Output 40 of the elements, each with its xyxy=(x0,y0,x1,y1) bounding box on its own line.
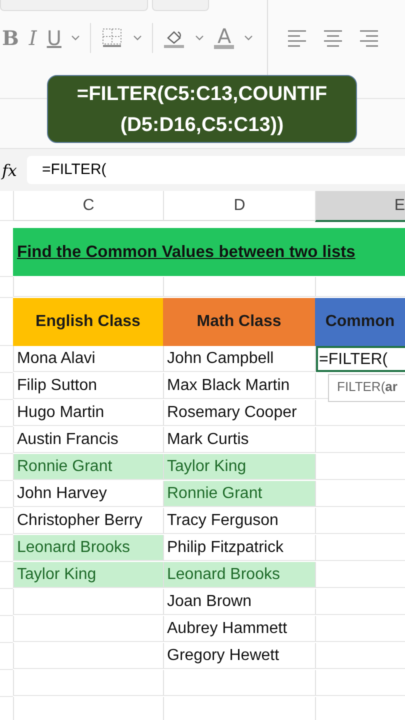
borders-icon[interactable] xyxy=(101,27,124,49)
table-cell: Taylor King xyxy=(13,562,163,588)
table-cell: Ronnie Grant xyxy=(13,454,163,480)
caret-icon[interactable] xyxy=(195,35,204,41)
align-center-icon[interactable] xyxy=(322,29,344,47)
table-cell: Mark Curtis xyxy=(163,427,315,453)
function-label[interactable]: fx xyxy=(2,160,17,180)
table-cell: Taylor King xyxy=(163,454,315,480)
caret-icon[interactable] xyxy=(244,35,254,41)
table-cell: Max Black Martin xyxy=(163,373,315,399)
table-cell: Gregory Hewett xyxy=(163,643,315,669)
caret-icon[interactable] xyxy=(133,35,142,41)
header-cell: Common xyxy=(315,298,405,346)
sheet-title: Find the Common Values between two lists xyxy=(17,242,356,262)
table-cell: Filip Sutton xyxy=(13,373,163,399)
table-cell: Leonard Brooks xyxy=(163,562,315,588)
formula-caption: =FILTER(C5:C13,COUNTIF (D5:D16,C5:C13)) xyxy=(47,75,357,143)
table-cell: Austin Francis xyxy=(13,427,163,453)
caret-icon[interactable] xyxy=(71,35,80,41)
header-cell: English Class xyxy=(13,298,163,346)
table-cell: Rosemary Cooper xyxy=(163,400,315,426)
table-cell: Aubrey Hammett xyxy=(163,616,315,642)
table-cell: Mona Alavi xyxy=(13,346,163,372)
align-right-icon[interactable] xyxy=(358,29,380,47)
active-cell-input[interactable]: =FILTER( xyxy=(316,346,405,372)
table-cell: Hugo Martin xyxy=(13,400,163,426)
table-cell: Joan Brown xyxy=(163,589,315,615)
column-header[interactable]: E xyxy=(315,191,405,222)
table-cell: Philip Fitzpatrick xyxy=(163,535,315,561)
table-cell: Christopher Berry xyxy=(13,508,163,534)
table-cell: Leonard Brooks xyxy=(13,535,163,561)
column-header[interactable]: D xyxy=(163,191,315,221)
table-cell: Tracy Ferguson xyxy=(163,508,315,534)
header-cell: Math Class xyxy=(163,298,315,346)
table-cell: John Campbell xyxy=(163,346,315,372)
align-left-icon[interactable] xyxy=(286,29,308,47)
formula-input[interactable]: =FILTER( xyxy=(26,156,405,184)
function-tooltip: FILTER(ar xyxy=(328,374,405,402)
column-header[interactable]: C xyxy=(13,191,163,221)
table-cell: Ronnie Grant xyxy=(163,481,315,507)
